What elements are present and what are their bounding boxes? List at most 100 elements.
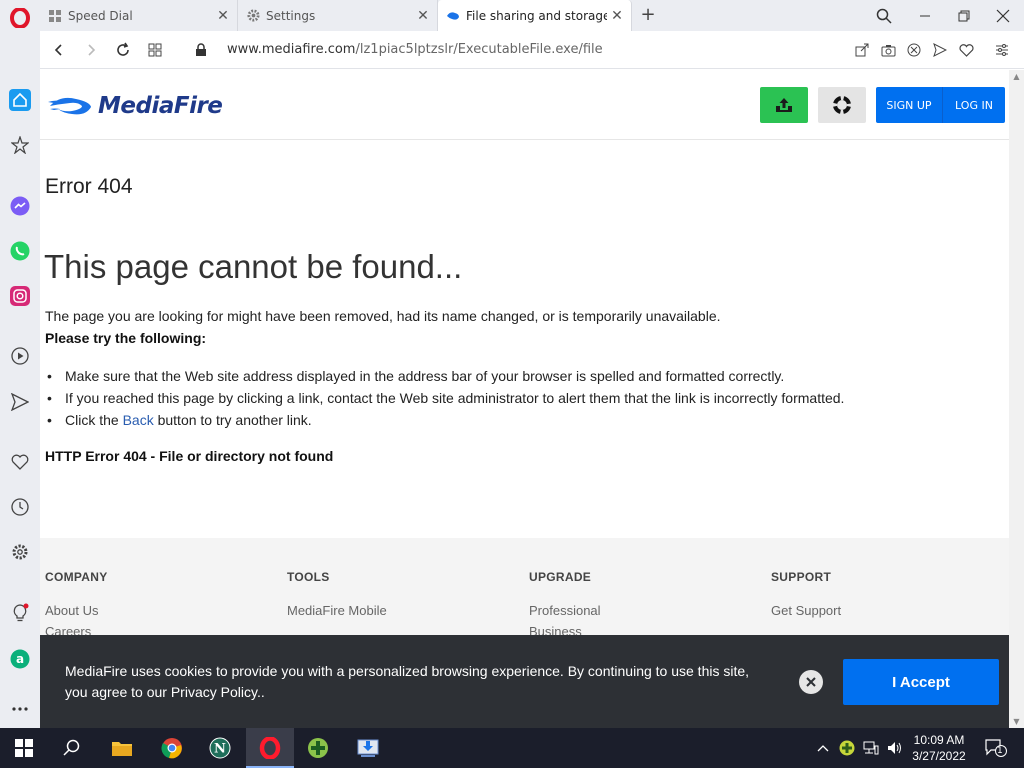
windows-start-icon[interactable] (10, 734, 38, 762)
bookmarks-heart-icon[interactable] (9, 451, 31, 473)
tab-title: Settings (266, 8, 316, 23)
lock-icon[interactable] (191, 40, 211, 60)
send-icon[interactable] (930, 40, 950, 60)
search-icon[interactable] (58, 734, 86, 762)
help-button[interactable] (818, 87, 866, 123)
whatsapp-icon[interactable] (9, 240, 31, 262)
cookie-close-button[interactable] (799, 670, 823, 694)
http-error-text: HTTP Error 404 - File or directory not f… (45, 448, 334, 464)
opera-taskbar-icon[interactable] (256, 734, 284, 762)
footer-heading: COMPANY (45, 570, 108, 584)
svg-text:a: a (16, 652, 24, 666)
plus-app-icon[interactable] (304, 734, 332, 762)
svg-text:N: N (214, 742, 226, 757)
tray-plus-app-icon[interactable] (838, 739, 856, 757)
footer-link-about-us[interactable]: About Us (45, 600, 108, 621)
flow-send-icon[interactable] (9, 391, 31, 413)
installer-app-icon[interactable] (354, 734, 382, 762)
footer-heading: UPGRADE (529, 570, 592, 584)
scroll-up-arrow-icon[interactable]: ▲ (1012, 72, 1021, 81)
url-path: /lz1piac5lptzslr/ExecutableFile.exe/file (355, 42, 603, 57)
scroll-down-arrow-icon[interactable]: ▼ (1012, 717, 1021, 726)
settings-gear-icon[interactable] (9, 541, 31, 563)
restore-icon[interactable] (953, 5, 975, 27)
aria-icon[interactable]: a (9, 648, 31, 670)
back-link[interactable]: Back (123, 412, 154, 428)
home-icon[interactable] (9, 89, 31, 111)
opera-logo-icon[interactable] (10, 8, 30, 28)
url-field[interactable]: www.mediafire.com/lz1piac5lptzslr/Execut… (227, 42, 603, 57)
minimize-icon[interactable] (914, 5, 936, 27)
list-item: Make sure that the Web site address disp… (45, 367, 844, 389)
tab-settings[interactable]: Settings ✕ (238, 0, 438, 31)
network-icon[interactable] (862, 739, 880, 757)
camera-icon[interactable] (878, 40, 898, 60)
error-description: The page you are looking for might have … (45, 308, 721, 324)
forward-icon[interactable] (81, 40, 101, 60)
messenger-icon[interactable] (9, 195, 31, 217)
volume-icon[interactable] (886, 739, 904, 757)
reload-icon[interactable] (113, 40, 133, 60)
footer-link-get-support[interactable]: Get Support (771, 600, 841, 621)
chrome-icon[interactable] (158, 734, 186, 762)
sign-up-button[interactable]: SIGN UP (876, 87, 943, 123)
lifebuoy-help-icon (833, 96, 851, 114)
site-header: MediaFire SIGN UP LOG IN (40, 70, 1009, 140)
upload-icon (776, 98, 792, 112)
tab-title: File sharing and storage ma (466, 8, 607, 23)
try-following-label: Please try the following: (45, 330, 207, 346)
more-options-icon[interactable] (9, 698, 31, 720)
page-scrollbar[interactable]: ▲ ▼ (1009, 70, 1024, 728)
notification-center-icon[interactable]: 1 (984, 739, 1008, 757)
search-tabs-icon[interactable] (873, 5, 895, 27)
log-in-button[interactable]: LOG IN (943, 87, 1005, 123)
cookie-message: MediaFire uses cookies to provide you wi… (65, 663, 750, 700)
easy-setup-icon[interactable] (992, 40, 1012, 60)
mediafire-logo[interactable]: MediaFire (48, 90, 223, 122)
url-host: www.mediafire.com (227, 42, 356, 57)
heart-icon[interactable] (956, 40, 976, 60)
close-tab-icon[interactable]: ✕ (213, 8, 233, 24)
tab-mediafire-active[interactable]: File sharing and storage ma ✕ (438, 0, 632, 31)
close-tab-icon[interactable]: ✕ (607, 8, 627, 24)
back-icon[interactable] (49, 40, 69, 60)
logo-text: MediaFire (98, 93, 223, 119)
close-icon (806, 677, 816, 687)
windows-taskbar: N 10:09 AM 3/27/2022 1 (0, 728, 1024, 768)
tray-expand-icon[interactable] (814, 739, 832, 757)
list-item: Click the Back button to try another lin… (45, 411, 844, 433)
footer-heading: TOOLS (287, 570, 330, 584)
speed-dial-icon (48, 9, 62, 23)
file-explorer-icon[interactable] (108, 734, 136, 762)
instagram-icon[interactable] (9, 285, 31, 307)
accept-cookies-button[interactable]: I Accept (843, 659, 999, 705)
tab-grid-icon[interactable] (145, 40, 165, 60)
browser-sidebar: a (0, 31, 40, 728)
adblock-icon[interactable] (904, 40, 924, 60)
close-tab-icon[interactable]: ✕ (413, 8, 433, 24)
system-clock[interactable]: 10:09 AM 3/27/2022 (906, 732, 972, 764)
footer-column-upgrade: UPGRADE Professional Business (529, 570, 601, 642)
upload-button[interactable] (760, 87, 808, 123)
clock-date: 3/27/2022 (912, 749, 966, 763)
pinboards-icon[interactable] (9, 134, 31, 156)
suggestion-list: Make sure that the Web site address disp… (45, 367, 844, 433)
clock-time: 10:09 AM (913, 733, 965, 747)
footer-link-mediafire-mobile[interactable]: MediaFire Mobile (287, 600, 387, 621)
close-window-icon[interactable] (992, 5, 1014, 27)
footer-column-tools: TOOLS MediaFire Mobile (287, 570, 387, 621)
footer-column-support: SUPPORT Get Support (771, 570, 841, 621)
player-icon[interactable] (9, 345, 31, 367)
footer-link-professional[interactable]: Professional (529, 600, 601, 621)
tips-lightbulb-icon[interactable] (9, 602, 31, 624)
new-tab-button[interactable]: + (638, 5, 658, 25)
history-clock-icon[interactable] (9, 496, 31, 518)
page-viewport: MediaFire SIGN UP LOG IN Error 404 This … (40, 70, 1009, 728)
share-icon[interactable] (852, 40, 872, 60)
tab-speed-dial[interactable]: Speed Dial ✕ (40, 0, 238, 31)
footer-column-company: COMPANY About Us Careers (45, 570, 108, 642)
notepad-n-app-icon[interactable]: N (206, 734, 234, 762)
mediafire-favicon-icon (446, 9, 460, 23)
cookie-banner: MediaFire uses cookies to provide you wi… (40, 635, 1009, 728)
mediafire-flame-icon (48, 97, 91, 115)
